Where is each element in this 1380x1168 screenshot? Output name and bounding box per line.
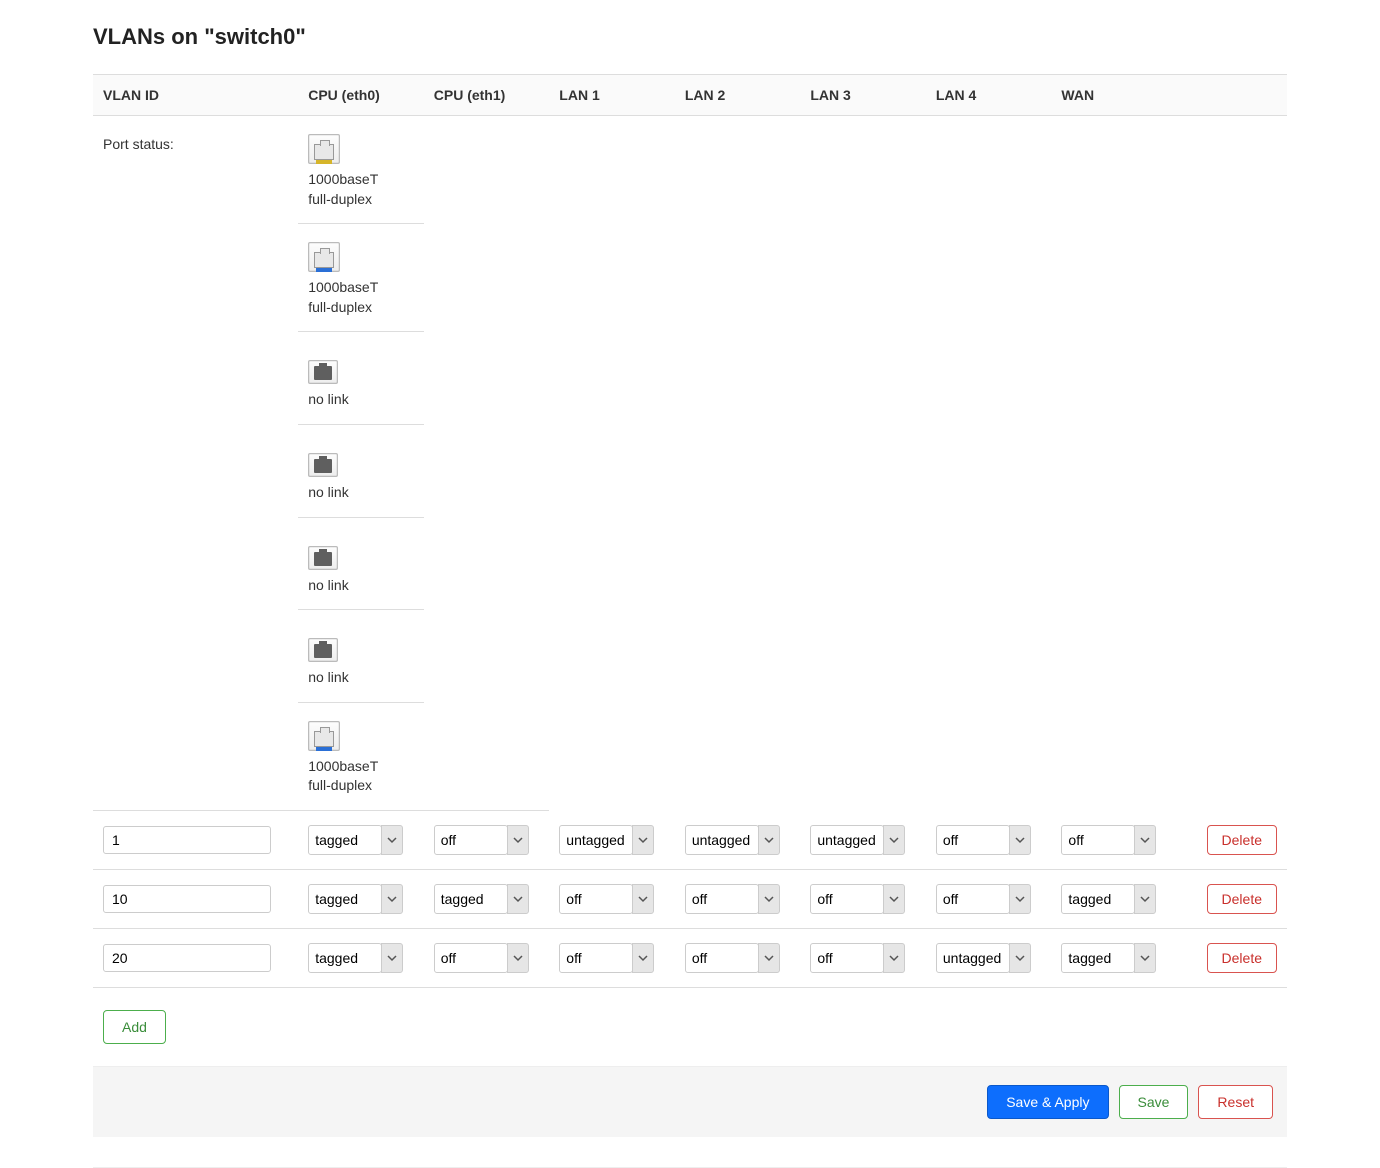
chevron-down-icon[interactable] <box>1134 825 1156 855</box>
port-status-text: full-duplex <box>308 298 372 318</box>
col-port: CPU (eth0) <box>298 75 424 116</box>
port-status-cell: no link <box>298 425 424 518</box>
port-mode-select[interactable]: offuntaggedtagged <box>434 943 508 973</box>
chevron-down-icon[interactable] <box>632 943 654 973</box>
col-port: WAN <box>1051 75 1177 116</box>
port-mode-select[interactable]: offuntaggedtagged <box>308 943 382 973</box>
chevron-down-icon[interactable] <box>1009 825 1031 855</box>
port-status-text: full-duplex <box>308 776 372 796</box>
page-title: VLANs on "switch0" <box>93 24 1287 50</box>
chevron-down-icon[interactable] <box>1009 943 1031 973</box>
delete-button[interactable]: Delete <box>1207 884 1277 914</box>
port-mode-select[interactable]: offuntaggedtagged <box>685 825 759 855</box>
port-mode-select[interactable]: offuntaggedtagged <box>559 825 633 855</box>
chevron-down-icon[interactable] <box>883 884 905 914</box>
port-status-text: no link <box>308 576 348 596</box>
port-icon <box>308 453 338 477</box>
port-mode-select[interactable]: offuntaggedtagged <box>1061 825 1135 855</box>
port-mode-select[interactable]: offuntaggedtagged <box>936 884 1010 914</box>
col-vlan-id: VLAN ID <box>93 75 298 116</box>
port-status-cell: 1000baseTfull-duplex <box>298 224 424 332</box>
delete-button[interactable]: Delete <box>1207 943 1277 973</box>
port-mode-select[interactable]: offuntaggedtagged <box>936 943 1010 973</box>
port-status-text: no link <box>308 483 348 503</box>
port-status-cell: no link <box>298 518 424 611</box>
port-mode-select[interactable]: offuntaggedtagged <box>308 825 382 855</box>
chevron-down-icon[interactable] <box>1134 943 1156 973</box>
port-status-cell: no link <box>298 610 424 703</box>
col-port: CPU (eth1) <box>424 75 550 116</box>
save-apply-button[interactable]: Save & Apply <box>987 1085 1108 1119</box>
port-status-cell: no link <box>298 332 424 425</box>
col-port: LAN 2 <box>675 75 801 116</box>
port-status-cell: 1000baseTfull-duplex <box>298 703 424 811</box>
chevron-down-icon[interactable] <box>381 825 403 855</box>
chevron-down-icon[interactable] <box>758 943 780 973</box>
port-mode-select[interactable]: offuntaggedtagged <box>434 884 508 914</box>
port-status-text: 1000baseT <box>308 170 378 190</box>
col-port: LAN 4 <box>926 75 1052 116</box>
footer-bar: Save & Apply Save Reset <box>93 1066 1287 1137</box>
port-icon <box>308 134 340 164</box>
port-icon <box>308 360 338 384</box>
chevron-down-icon[interactable] <box>758 884 780 914</box>
add-button[interactable]: Add <box>103 1010 166 1044</box>
port-mode-select[interactable]: offuntaggedtagged <box>685 884 759 914</box>
vlan-id-input[interactable] <box>103 944 271 972</box>
port-icon <box>308 638 338 662</box>
chevron-down-icon[interactable] <box>758 825 780 855</box>
port-status-text: full-duplex <box>308 190 372 210</box>
chevron-down-icon[interactable] <box>381 884 403 914</box>
chevron-down-icon[interactable] <box>507 825 529 855</box>
port-status-label: Port status: <box>103 134 288 155</box>
vlan-id-input[interactable] <box>103 826 271 854</box>
port-mode-select[interactable]: offuntaggedtagged <box>1061 884 1135 914</box>
chevron-down-icon[interactable] <box>381 943 403 973</box>
col-port: LAN 1 <box>549 75 675 116</box>
port-mode-select[interactable]: offuntaggedtagged <box>559 884 633 914</box>
table-row: offuntaggedtagged offuntaggedtagged offunt… <box>93 929 1287 988</box>
chevron-down-icon[interactable] <box>632 825 654 855</box>
port-mode-select[interactable]: offuntaggedtagged <box>308 884 382 914</box>
save-button[interactable]: Save <box>1119 1085 1189 1119</box>
vlan-table: VLAN IDCPU (eth0)CPU (eth1)LAN 1LAN 2LAN… <box>93 74 1287 988</box>
table-row: offuntaggedtagged offuntaggedtagged offunt… <box>93 870 1287 929</box>
port-status-text: 1000baseT <box>308 757 378 777</box>
port-status-cell: 1000baseTfull-duplex <box>298 116 424 224</box>
port-mode-select[interactable]: offuntaggedtagged <box>936 825 1010 855</box>
chevron-down-icon[interactable] <box>1134 884 1156 914</box>
port-mode-select[interactable]: offuntaggedtagged <box>559 943 633 973</box>
delete-button[interactable]: Delete <box>1207 825 1277 855</box>
table-row: offuntaggedtagged offuntaggedtagged offunt… <box>93 811 1287 870</box>
port-mode-select[interactable]: offuntaggedtagged <box>810 943 884 973</box>
chevron-down-icon[interactable] <box>507 884 529 914</box>
chevron-down-icon[interactable] <box>883 825 905 855</box>
reset-button[interactable]: Reset <box>1198 1085 1273 1119</box>
chevron-down-icon[interactable] <box>507 943 529 973</box>
chevron-down-icon[interactable] <box>632 884 654 914</box>
port-mode-select[interactable]: offuntaggedtagged <box>1061 943 1135 973</box>
port-icon <box>308 242 340 272</box>
port-mode-select[interactable]: offuntaggedtagged <box>685 943 759 973</box>
port-icon <box>308 721 340 751</box>
port-status-text: no link <box>308 390 348 410</box>
col-port: LAN 3 <box>800 75 926 116</box>
port-mode-select[interactable]: offuntaggedtagged <box>434 825 508 855</box>
vlan-id-input[interactable] <box>103 885 271 913</box>
chevron-down-icon[interactable] <box>883 943 905 973</box>
port-mode-select[interactable]: offuntaggedtagged <box>810 825 884 855</box>
port-icon <box>308 546 338 570</box>
port-status-text: 1000baseT <box>308 278 378 298</box>
port-status-text: no link <box>308 668 348 688</box>
port-mode-select[interactable]: offuntaggedtagged <box>810 884 884 914</box>
chevron-down-icon[interactable] <box>1009 884 1031 914</box>
